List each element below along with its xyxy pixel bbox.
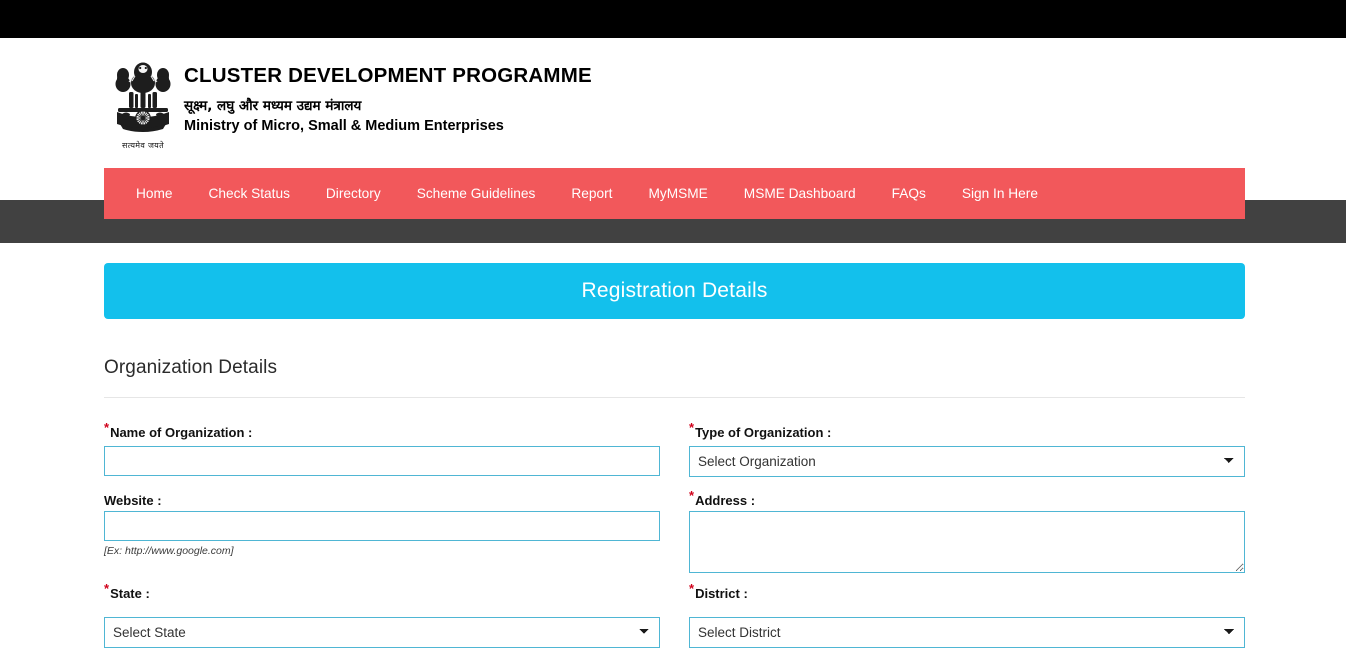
label-address: *Address : — [689, 489, 756, 508]
required-asterisk-state: * — [104, 580, 110, 596]
label-district-text: District : — [695, 586, 748, 601]
nav-item-faqs[interactable]: FAQs — [874, 180, 944, 207]
website-hint: [Ex: http://www.google.com] — [104, 545, 234, 557]
nav-item-sign-in-here[interactable]: Sign In Here — [944, 180, 1056, 207]
ministry-name-hindi: सूक्ष्म, लघु और मध्यम उद्यम मंत्रालय — [184, 97, 362, 114]
top-black-bar — [0, 0, 1346, 38]
required-asterisk-name: * — [104, 419, 110, 435]
state-select[interactable]: Select State — [104, 617, 660, 648]
main-navigation: Home Check Status Directory Scheme Guide… — [104, 168, 1245, 219]
section-heading-organization-details: Organization Details — [104, 357, 278, 378]
label-state-text: State : — [110, 586, 150, 601]
nav-item-msme-dashboard[interactable]: MSME Dashboard — [726, 180, 874, 207]
national-emblem-logo: सत्यमेव जयते — [108, 50, 178, 156]
address-textarea[interactable] — [689, 511, 1245, 573]
label-type-of-organization-text: Type of Organization : — [695, 425, 832, 440]
nav-item-report[interactable]: Report — [553, 180, 630, 207]
label-name-of-organization: *Name of Organization : — [104, 421, 253, 440]
label-address-text: Address : — [695, 493, 756, 508]
nav-item-check-status[interactable]: Check Status — [191, 180, 308, 207]
site-masthead: सत्यमेव जयते CLUSTER DEVELOPMENT PROGRAM… — [0, 38, 1346, 168]
emblem-motto-text: सत्यमेव जयते — [122, 141, 164, 150]
section-divider — [104, 397, 1245, 398]
label-name-of-organization-text: Name of Organization : — [110, 425, 253, 440]
site-title-block: CLUSTER DEVELOPMENT PROGRAMME सूक्ष्म, ल… — [184, 64, 592, 135]
nav-item-directory[interactable]: Directory — [308, 180, 399, 207]
label-type-of-organization: *Type of Organization : — [689, 421, 832, 440]
label-district: *District : — [689, 582, 748, 601]
label-state: *State : — [104, 582, 150, 601]
nav-item-mymsme[interactable]: MyMSME — [630, 180, 725, 207]
required-asterisk-district: * — [689, 580, 695, 596]
page-title: CLUSTER DEVELOPMENT PROGRAMME — [184, 64, 592, 87]
registration-details-banner: Registration Details — [104, 263, 1245, 319]
ashoka-lion-capital-icon — [115, 62, 171, 132]
name-of-organization-input[interactable] — [104, 446, 660, 476]
required-asterisk-address: * — [689, 487, 695, 503]
label-website: Website : — [104, 493, 162, 508]
website-input[interactable] — [104, 511, 660, 541]
required-asterisk-type: * — [689, 419, 695, 435]
district-select[interactable]: Select District — [689, 617, 1245, 648]
label-website-text: Website : — [104, 493, 162, 508]
banner-title: Registration Details — [581, 279, 768, 302]
nav-item-home[interactable]: Home — [118, 180, 191, 207]
type-of-organization-select[interactable]: Select Organization — [689, 446, 1245, 477]
nav-item-scheme-guidelines[interactable]: Scheme Guidelines — [399, 180, 554, 207]
ministry-name-english: Ministry of Micro, Small & Medium Enterp… — [184, 118, 504, 135]
